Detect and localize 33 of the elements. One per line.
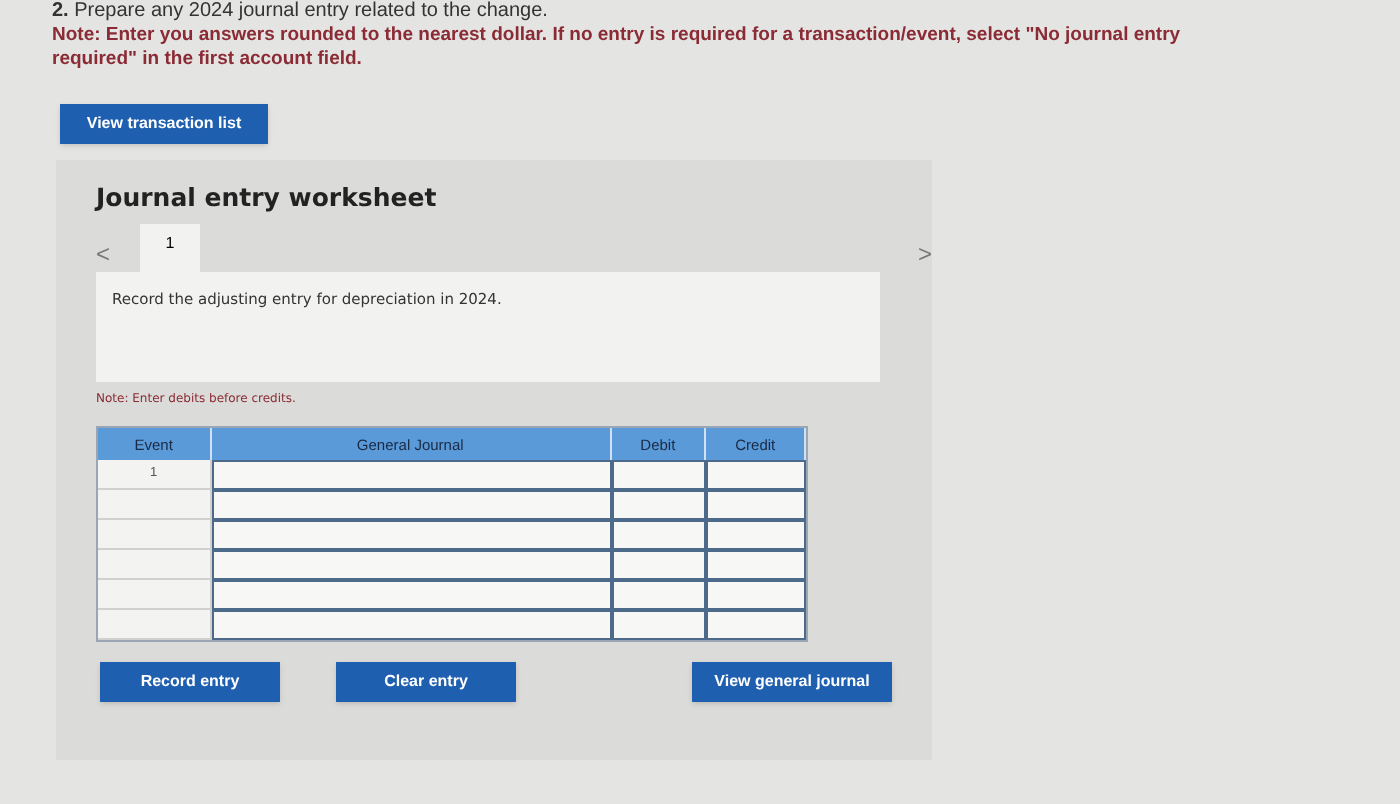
credit-field[interactable]: [706, 490, 806, 520]
event-cell: [98, 520, 212, 550]
account-field[interactable]: [211, 550, 612, 580]
debit-field[interactable]: [611, 580, 707, 610]
account-field[interactable]: [211, 490, 612, 520]
note-text: Note: Enter you answers rounded to the nearest dollar. If no entry is required for a transaction/event, select "No journal entry required" in the first account field.: [52, 24, 1183, 72]
event-cell: [98, 490, 212, 520]
action-button[interactable]: View general journal: [692, 662, 892, 702]
credit-field[interactable]: [706, 520, 806, 550]
account-field[interactable]: [211, 460, 612, 490]
debit-field[interactable]: [611, 550, 707, 580]
action-button[interactable]: Clear entry: [336, 662, 516, 702]
credit-field[interactable]: [706, 610, 806, 640]
debit-field[interactable]: [611, 520, 707, 550]
event-cell: [98, 550, 212, 580]
credit-field[interactable]: [706, 550, 806, 580]
tab[interactable]: 1: [140, 224, 200, 272]
debit-field[interactable]: [611, 460, 707, 490]
event-cell: [98, 610, 212, 640]
view-transaction-list-button[interactable]: View transaction list: [60, 104, 268, 144]
credit-field[interactable]: [706, 580, 806, 610]
event-cell: [98, 580, 212, 610]
question-text: 2. Prepare any 2024 journal entry related to the change.: [52, 0, 550, 24]
debit-field[interactable]: [611, 490, 707, 520]
worksheet-title: Journal entry worksheet: [96, 180, 439, 216]
previous-arrow[interactable]: <: [96, 236, 140, 272]
account-field[interactable]: [211, 580, 612, 610]
next-arrow[interactable]: >: [917, 236, 932, 272]
debit-field[interactable]: [611, 610, 707, 640]
credit-field[interactable]: [706, 460, 806, 490]
account-field[interactable]: [211, 520, 612, 550]
account-field[interactable]: [211, 610, 612, 640]
action-button[interactable]: Record entry: [100, 662, 280, 702]
